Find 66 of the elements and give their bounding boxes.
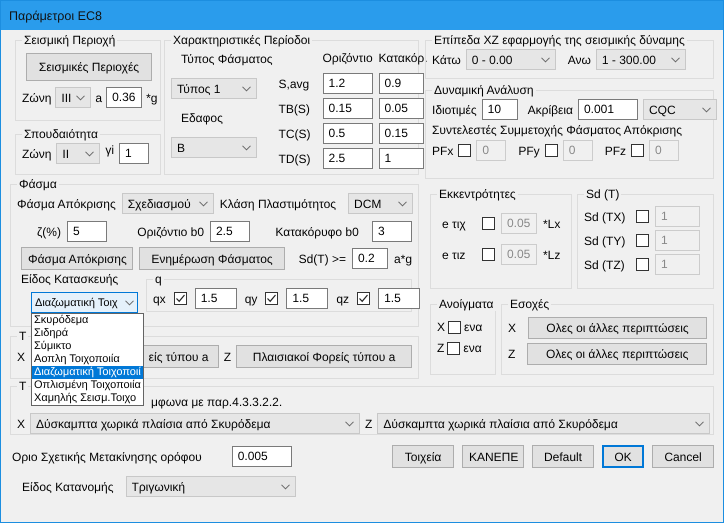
label: Sd(T) >= <box>298 252 346 266</box>
label: Εδαφος <box>180 111 223 125</box>
label: *g <box>146 90 158 104</box>
label: PFy <box>518 144 540 158</box>
label: ζ(%) <box>37 224 61 238</box>
label: Ιδιοτιμές <box>432 102 477 116</box>
label: γi <box>105 143 114 157</box>
group-title: Ανοίγματα <box>438 297 494 311</box>
label: Z <box>508 347 516 361</box>
label: ενα <box>463 341 482 355</box>
label: a*g <box>394 252 412 266</box>
label: Sd (TZ) <box>584 258 626 272</box>
label: Ακρίβεια <box>528 102 573 116</box>
label: Sd (TX) <box>584 210 626 224</box>
label: Είδος Κατανομής <box>22 480 114 494</box>
label: TB(S) <box>278 102 311 116</box>
label: Z <box>224 350 232 364</box>
label: X <box>437 320 446 334</box>
group-title: Φάσμα <box>18 177 58 191</box>
group-title: Εσοχές <box>509 297 550 311</box>
label: Z <box>365 416 372 430</box>
label: qz <box>336 292 350 306</box>
label: X <box>508 321 516 335</box>
label: X <box>17 416 26 430</box>
column-header: Οριζόντιο <box>322 51 374 67</box>
group-title: Δυναμική Ανάλυση <box>433 83 535 97</box>
label: Τύπος Φάσματος <box>180 52 273 66</box>
group-title: q <box>154 272 163 286</box>
group-title: Τ <box>18 329 28 343</box>
label: PFz <box>604 144 626 158</box>
label: Κλάση Πλαστιμότητος <box>220 196 336 210</box>
label: Οριο Σχετικής Μετακίνησης ορόφου <box>12 450 202 464</box>
label: Ζώνη <box>22 146 52 160</box>
group-title: Σπουδαιότητα <box>23 127 99 141</box>
label: Κάτω <box>432 52 461 66</box>
label: e τιχ <box>442 216 467 230</box>
label: Κατακόρυφο b0 <box>275 224 359 238</box>
label: *Lz <box>543 248 560 262</box>
subgroup-title: Συντελεστές Συμμετοχής Φάσματος Απόκρισης <box>432 123 683 137</box>
label: S,avg <box>278 76 310 90</box>
label: e τιz <box>442 248 466 262</box>
label: qy <box>244 292 258 306</box>
label: *Lx <box>543 216 560 230</box>
group-title: Επίπεδα XZ εφαρμογής της σεισμικής δύναμης <box>433 33 686 47</box>
group-title: Σεισμική Περιοχή <box>23 33 116 47</box>
label: Sd (TY) <box>584 234 626 248</box>
label: ενα <box>464 320 482 334</box>
label: Ζώνη <box>22 90 52 104</box>
label: Είδος Κατασκευής <box>21 272 120 286</box>
group-title: Τ <box>18 379 28 393</box>
label: X <box>17 350 26 364</box>
label: Ανω <box>568 52 591 66</box>
group-title: Χαρακτηριστικές Περίοδοι <box>172 33 312 47</box>
label: Φάσμα Απόκρισης <box>17 196 116 210</box>
group-title: Εκκεντρότητες <box>438 187 517 201</box>
group-title: Sd (T) <box>585 187 620 201</box>
label: PFx <box>432 144 454 158</box>
label: a <box>95 90 102 104</box>
window-title: Παράμετροι EC8 <box>9 8 102 22</box>
label: TC(S) <box>278 126 312 140</box>
label: Z <box>437 341 444 355</box>
column-header: Κατακόρ. <box>378 51 424 67</box>
label: TD(S) <box>278 152 312 166</box>
label: Οριζόντιο b0 <box>137 224 204 238</box>
note-text: μφωνα με παρ.4.3.3.2.2. <box>151 395 282 409</box>
label: qx <box>153 292 166 306</box>
